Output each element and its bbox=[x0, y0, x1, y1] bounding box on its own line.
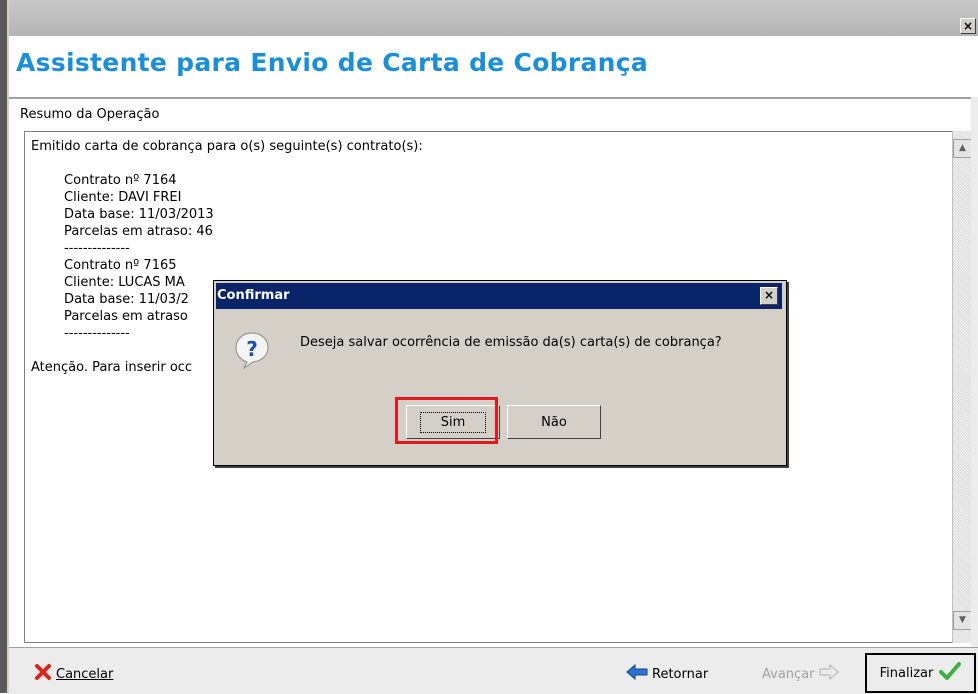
right-panel-edge bbox=[971, 97, 978, 647]
header-divider bbox=[9, 97, 978, 100]
dialog-close-button[interactable]: × bbox=[760, 287, 778, 305]
arrow-right-icon bbox=[819, 663, 839, 684]
no-button[interactable]: Não bbox=[507, 405, 601, 439]
finish-button[interactable]: Finalizar bbox=[865, 653, 976, 693]
window-left-border bbox=[0, 0, 7, 693]
question-icon: ? bbox=[234, 331, 270, 370]
no-label: Não bbox=[541, 414, 567, 430]
section-label: Resumo da Operação bbox=[20, 107, 160, 122]
checkmark-icon bbox=[939, 661, 962, 685]
next-label: Avançar bbox=[762, 666, 815, 682]
finish-label: Finalizar bbox=[879, 665, 934, 681]
window-titlebar: × bbox=[9, 0, 978, 36]
confirm-dialog: Confirmar × ? Deseja salvar ocorrência d… bbox=[213, 280, 787, 466]
dialog-titlebar: Confirmar × bbox=[216, 283, 782, 309]
scroll-up-button[interactable]: ▲ bbox=[953, 139, 972, 158]
vertical-scrollbar[interactable]: ▲ ▼ bbox=[952, 131, 972, 643]
arrow-left-icon bbox=[626, 663, 648, 684]
next-button[interactable]: Avançar bbox=[762, 663, 843, 685]
window-close-button[interactable]: × bbox=[960, 18, 976, 34]
dialog-title: Confirmar bbox=[217, 288, 290, 303]
scroll-down-button[interactable]: ▼ bbox=[953, 611, 972, 630]
cancel-x-icon bbox=[34, 663, 52, 685]
svg-text:?: ? bbox=[246, 337, 258, 361]
back-label: Retornar bbox=[652, 666, 709, 682]
cancel-label: Cancelar bbox=[56, 666, 114, 682]
yes-button-highlight bbox=[395, 397, 498, 444]
page-title: Assistente para Envio de Carta de Cobran… bbox=[16, 48, 649, 77]
window-left-edge bbox=[7, 0, 9, 693]
cancel-button[interactable]: Cancelar bbox=[34, 663, 113, 685]
dialog-message: Deseja salvar ocorrência de emissão da(s… bbox=[300, 335, 722, 350]
back-button[interactable]: Retornar bbox=[626, 663, 708, 685]
